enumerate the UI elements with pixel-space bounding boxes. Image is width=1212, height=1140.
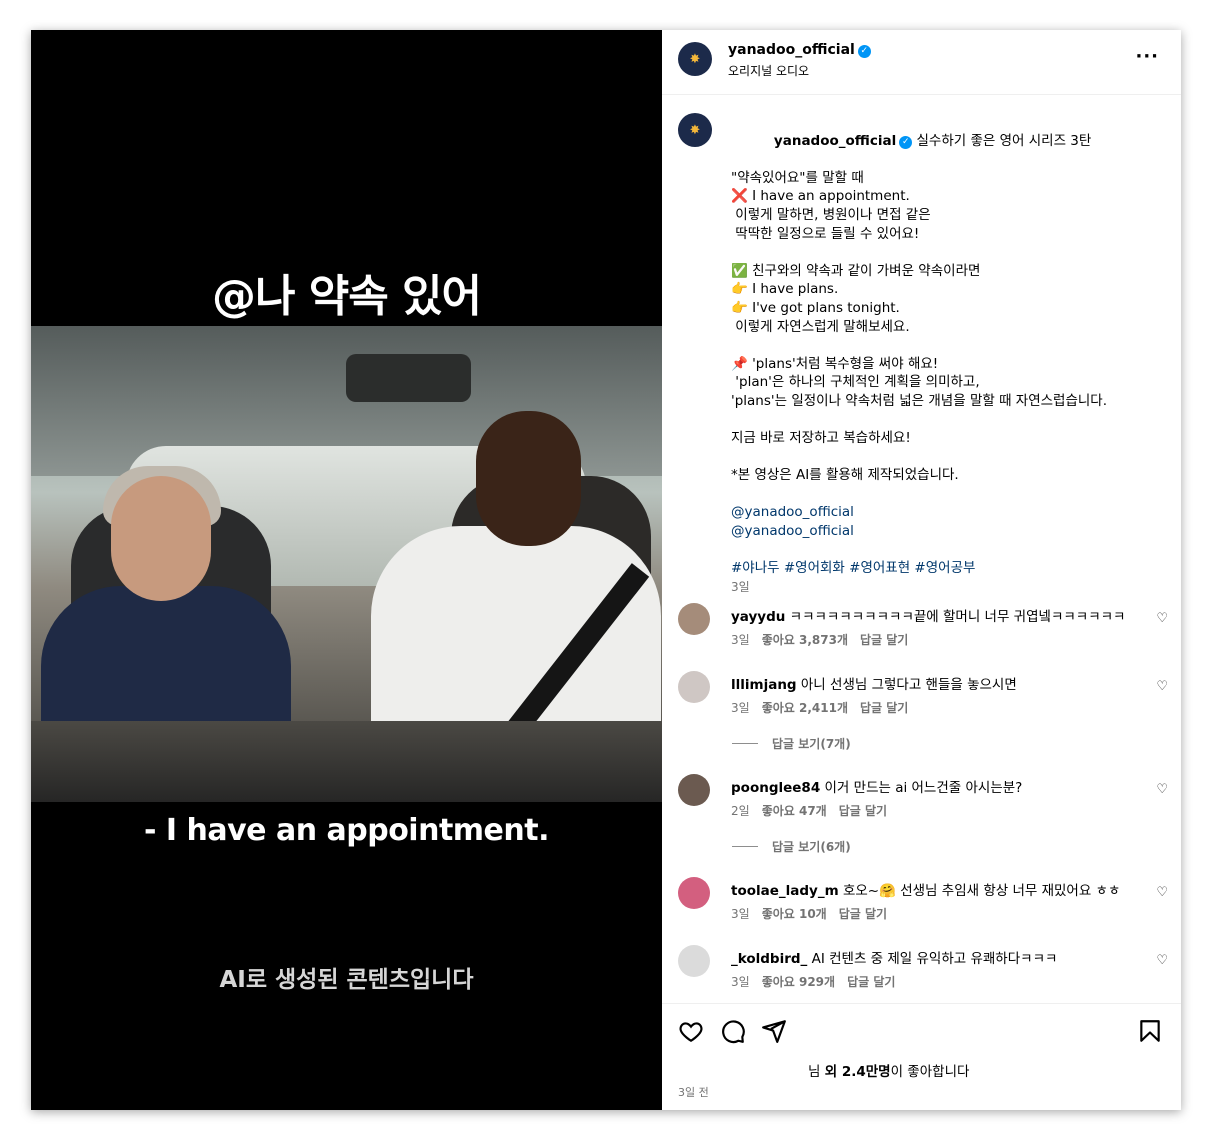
comment-username[interactable]: _koldbird_	[731, 951, 807, 967]
comment-username[interactable]: yayydu	[731, 609, 785, 625]
view-replies-button[interactable]: 답글 보기(7개)	[732, 735, 851, 752]
comment-age: 3일	[731, 975, 750, 989]
caption-title: 실수하기 좋은 영어 시리즈 3탄	[916, 132, 1092, 149]
comment-text: AI 컨텐츠 중 제일 유익하고 유쾌하다ㅋㅋㅋ	[811, 951, 1058, 967]
comment-text: ㅋㅋㅋㅋㅋㅋㅋㅋㅋㅋ끝에 할머니 너무 귀엽넼ㅋㅋㅋㅋㅋㅋ	[789, 609, 1126, 625]
comment-likes[interactable]: 좋아요 10개	[762, 907, 827, 921]
view-replies-button[interactable]: 답글 보기(6개)	[732, 838, 851, 855]
comment-age: 2일	[731, 804, 750, 818]
ai-content-notice: AI로 생성된 콘텐츠입니다	[219, 967, 474, 993]
comment-text: 호오~🤗 선생님 추임새 항상 너무 재밌어요 ㅎㅎ	[842, 883, 1121, 899]
reply-button[interactable]: 답글 달기	[839, 907, 887, 921]
comment-like-heart-icon[interactable]: ♡	[1156, 782, 1168, 797]
comment-age: 3일	[731, 633, 750, 647]
bookmark-icon[interactable]	[1137, 1018, 1163, 1044]
mention-link[interactable]: @yanadoo_official	[731, 503, 1171, 522]
likes-count[interactable]: 님 외 2.4만명이 좋아합니다	[808, 1060, 969, 1080]
comment-item: toolae_lady_m 호오~🤗 선생님 추임새 항상 너무 재밌어요 ㅎㅎ…	[678, 877, 1168, 927]
post-side-panel: ✸ yanadoo_official ✓ 오리지널 오디오 ··· ✸ yanad…	[662, 30, 1181, 1110]
mention-link[interactable]: @yanadoo_official	[731, 522, 1171, 541]
comment-likes[interactable]: 좋아요 47개	[762, 804, 827, 818]
post-header: ✸ yanadoo_official ✓ 오리지널 오디오 ···	[662, 30, 1181, 95]
commenter-avatar[interactable]	[678, 774, 710, 806]
comment-likes[interactable]: 좋아요 3,873개	[762, 633, 848, 647]
caption-age: 3일	[731, 579, 750, 594]
post-modal: @나 약속 있어 - I have an appointment. AI로 생성…	[31, 30, 1181, 1110]
caption-username[interactable]: yanadoo_official	[774, 133, 896, 149]
comment-username[interactable]: toolae_lady_m	[731, 883, 839, 899]
comments-scroll-area[interactable]: ✸ yanadoo_official ✓ 실수하기 좋은 영어 시리즈 3탄 "약…	[662, 95, 1181, 1003]
comment-icon[interactable]	[720, 1018, 746, 1044]
commenter-avatar[interactable]	[678, 877, 710, 909]
comment-like-heart-icon[interactable]: ♡	[1156, 679, 1168, 694]
send-icon[interactable]	[761, 1018, 787, 1044]
comment-likes[interactable]: 좋아요 929개	[762, 975, 835, 989]
video-frame-image	[31, 326, 662, 802]
reply-button[interactable]: 답글 달기	[860, 701, 908, 715]
more-options-icon[interactable]: ···	[1135, 46, 1159, 67]
hashtags[interactable]: #야나두 #영어회화 #영어표현 #영어공부	[731, 560, 975, 576]
video-player[interactable]: @나 약속 있어 - I have an appointment. AI로 생성…	[31, 30, 662, 1110]
comment-like-heart-icon[interactable]: ♡	[1156, 885, 1168, 900]
post-actions-bar: 님 외 2.4만명이 좋아합니다 3일 전	[662, 1003, 1181, 1110]
header-username[interactable]: yanadoo_official	[728, 42, 855, 58]
video-caption-top: @나 약속 있어	[211, 271, 482, 322]
comment-item: lllimjang 아니 선생님 그렇다고 핸들을 놓으시면 3일 좋아요 2,4…	[678, 671, 1168, 721]
caption-body: "약속있어요"를 말할 때 ❌ I have an appointment. 이…	[731, 169, 1108, 484]
comment-item: poonglee84 이거 만드는 ai 어느건줄 아시는분? 2일 좋아요 47…	[678, 774, 1168, 824]
post-timestamp: 3일 전	[678, 1086, 709, 1099]
commenter-avatar[interactable]	[678, 603, 710, 635]
reply-button[interactable]: 답글 달기	[847, 975, 895, 989]
audio-label[interactable]: 오리지널 오디오	[728, 62, 809, 79]
reply-button[interactable]: 답글 달기	[839, 804, 887, 818]
video-subtitle: - I have an appointment.	[144, 813, 549, 848]
comment-text: 아니 선생님 그렇다고 핸들을 놓으시면	[800, 677, 1017, 693]
comment-like-heart-icon[interactable]: ♡	[1156, 953, 1168, 968]
reply-button[interactable]: 답글 달기	[860, 633, 908, 647]
verified-badge-icon: ✓	[899, 135, 913, 149]
comment-age: 3일	[731, 907, 750, 921]
caption-avatar[interactable]: ✸	[678, 113, 712, 147]
comment-item: yayydu ㅋㅋㅋㅋㅋㅋㅋㅋㅋㅋ끝에 할머니 너무 귀엽넼ㅋㅋㅋㅋㅋㅋ 3일 좋…	[678, 603, 1168, 653]
comment-text: 이거 만드는 ai 어느건줄 아시는분?	[824, 780, 1023, 796]
comment-likes[interactable]: 좋아요 2,411개	[762, 701, 848, 715]
verified-badge-icon: ✓	[857, 45, 871, 58]
comment-username[interactable]: poonglee84	[731, 780, 820, 796]
commenter-avatar[interactable]	[678, 671, 710, 703]
comment-like-heart-icon[interactable]: ♡	[1156, 611, 1168, 626]
profile-avatar[interactable]: ✸	[678, 42, 712, 76]
comment-item: _koldbird_ AI 컨텐츠 중 제일 유익하고 유쾌하다ㅋㅋㅋ 3일 좋아…	[678, 945, 1168, 995]
commenter-avatar[interactable]	[678, 945, 710, 977]
comment-username[interactable]: lllimjang	[731, 677, 797, 693]
comment-age: 3일	[731, 701, 750, 715]
heart-icon[interactable]	[678, 1018, 704, 1044]
